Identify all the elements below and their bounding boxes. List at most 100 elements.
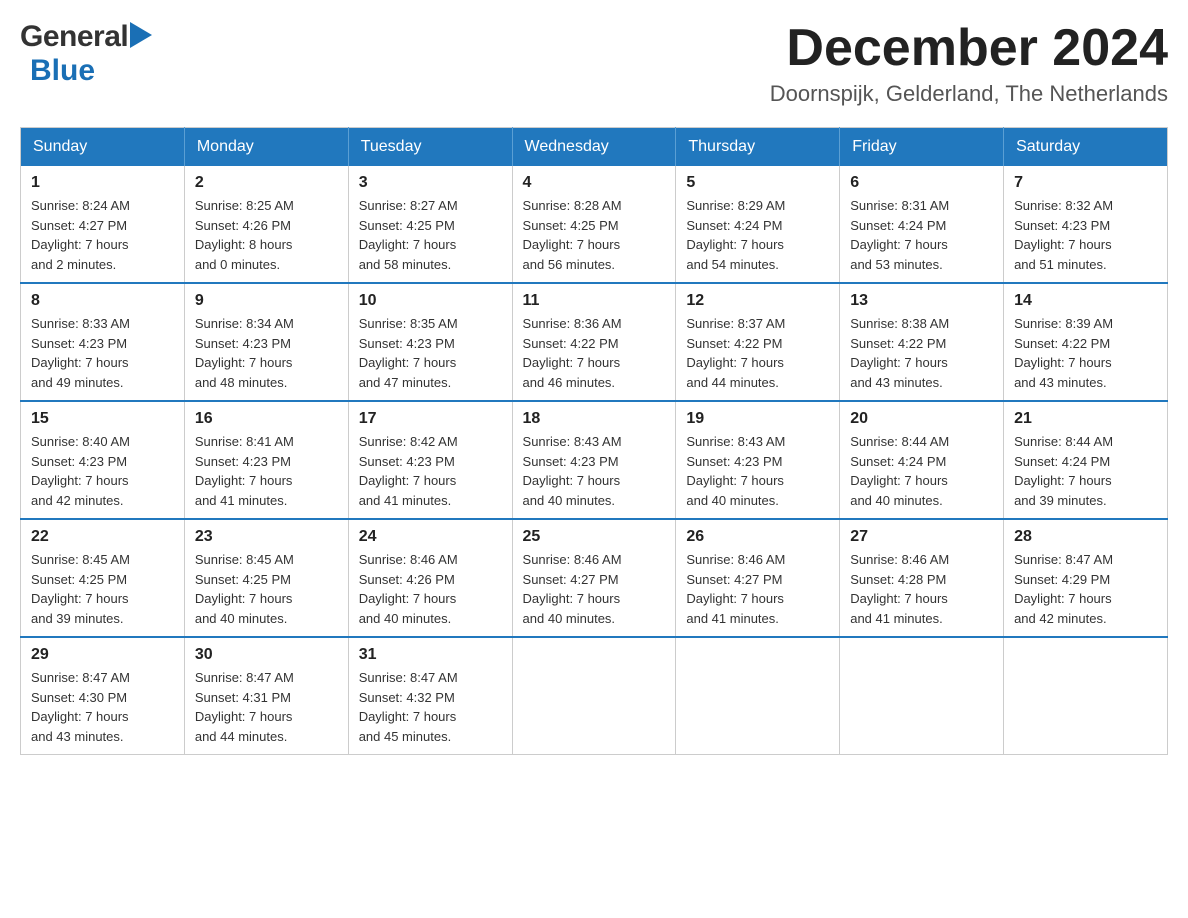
table-row	[512, 637, 676, 755]
calendar-week-row: 1 Sunrise: 8:24 AMSunset: 4:27 PMDayligh…	[21, 166, 1168, 283]
table-row: 20 Sunrise: 8:44 AMSunset: 4:24 PMDaylig…	[840, 401, 1004, 519]
day-number: 11	[523, 292, 666, 310]
day-number: 15	[31, 410, 174, 428]
table-row: 8 Sunrise: 8:33 AMSunset: 4:23 PMDayligh…	[21, 283, 185, 401]
table-row: 3 Sunrise: 8:27 AMSunset: 4:25 PMDayligh…	[348, 166, 512, 283]
col-tuesday: Tuesday	[348, 128, 512, 167]
day-number: 20	[850, 410, 993, 428]
day-number: 2	[195, 174, 338, 192]
day-info: Sunrise: 8:43 AMSunset: 4:23 PMDaylight:…	[523, 432, 666, 510]
logo: General Blue	[20, 20, 152, 88]
table-row: 17 Sunrise: 8:42 AMSunset: 4:23 PMDaylig…	[348, 401, 512, 519]
day-info: Sunrise: 8:33 AMSunset: 4:23 PMDaylight:…	[31, 314, 174, 392]
table-row: 2 Sunrise: 8:25 AMSunset: 4:26 PMDayligh…	[184, 166, 348, 283]
table-row: 13 Sunrise: 8:38 AMSunset: 4:22 PMDaylig…	[840, 283, 1004, 401]
table-row: 31 Sunrise: 8:47 AMSunset: 4:32 PMDaylig…	[348, 637, 512, 755]
calendar-week-row: 15 Sunrise: 8:40 AMSunset: 4:23 PMDaylig…	[21, 401, 1168, 519]
day-number: 8	[31, 292, 174, 310]
day-info: Sunrise: 8:41 AMSunset: 4:23 PMDaylight:…	[195, 432, 338, 510]
calendar-week-row: 8 Sunrise: 8:33 AMSunset: 4:23 PMDayligh…	[21, 283, 1168, 401]
col-sunday: Sunday	[21, 128, 185, 167]
table-row: 28 Sunrise: 8:47 AMSunset: 4:29 PMDaylig…	[1004, 519, 1168, 637]
table-row: 21 Sunrise: 8:44 AMSunset: 4:24 PMDaylig…	[1004, 401, 1168, 519]
day-info: Sunrise: 8:47 AMSunset: 4:31 PMDaylight:…	[195, 668, 338, 746]
day-number: 6	[850, 174, 993, 192]
day-number: 19	[686, 410, 829, 428]
day-number: 3	[359, 174, 502, 192]
page-header: General Blue December 2024 Doornspijk, G…	[20, 20, 1168, 107]
table-row: 12 Sunrise: 8:37 AMSunset: 4:22 PMDaylig…	[676, 283, 840, 401]
day-info: Sunrise: 8:40 AMSunset: 4:23 PMDaylight:…	[31, 432, 174, 510]
day-number: 14	[1014, 292, 1157, 310]
table-row: 7 Sunrise: 8:32 AMSunset: 4:23 PMDayligh…	[1004, 166, 1168, 283]
day-info: Sunrise: 8:24 AMSunset: 4:27 PMDaylight:…	[31, 196, 174, 274]
month-year-title: December 2024	[770, 20, 1168, 77]
col-monday: Monday	[184, 128, 348, 167]
table-row: 1 Sunrise: 8:24 AMSunset: 4:27 PMDayligh…	[21, 166, 185, 283]
table-row: 16 Sunrise: 8:41 AMSunset: 4:23 PMDaylig…	[184, 401, 348, 519]
day-info: Sunrise: 8:29 AMSunset: 4:24 PMDaylight:…	[686, 196, 829, 274]
logo-general-text: General	[20, 20, 128, 54]
day-info: Sunrise: 8:47 AMSunset: 4:32 PMDaylight:…	[359, 668, 502, 746]
day-info: Sunrise: 8:44 AMSunset: 4:24 PMDaylight:…	[1014, 432, 1157, 510]
day-number: 31	[359, 646, 502, 664]
table-row	[676, 637, 840, 755]
day-number: 24	[359, 528, 502, 546]
logo-blue-text: Blue	[30, 54, 95, 88]
table-row: 29 Sunrise: 8:47 AMSunset: 4:30 PMDaylig…	[21, 637, 185, 755]
day-number: 13	[850, 292, 993, 310]
day-info: Sunrise: 8:32 AMSunset: 4:23 PMDaylight:…	[1014, 196, 1157, 274]
day-info: Sunrise: 8:47 AMSunset: 4:30 PMDaylight:…	[31, 668, 174, 746]
day-number: 25	[523, 528, 666, 546]
day-number: 12	[686, 292, 829, 310]
day-info: Sunrise: 8:46 AMSunset: 4:27 PMDaylight:…	[523, 550, 666, 628]
table-row: 9 Sunrise: 8:34 AMSunset: 4:23 PMDayligh…	[184, 283, 348, 401]
day-number: 21	[1014, 410, 1157, 428]
day-number: 10	[359, 292, 502, 310]
day-info: Sunrise: 8:38 AMSunset: 4:22 PMDaylight:…	[850, 314, 993, 392]
day-info: Sunrise: 8:36 AMSunset: 4:22 PMDaylight:…	[523, 314, 666, 392]
table-row: 11 Sunrise: 8:36 AMSunset: 4:22 PMDaylig…	[512, 283, 676, 401]
day-info: Sunrise: 8:42 AMSunset: 4:23 PMDaylight:…	[359, 432, 502, 510]
table-row: 24 Sunrise: 8:46 AMSunset: 4:26 PMDaylig…	[348, 519, 512, 637]
day-number: 16	[195, 410, 338, 428]
table-row: 23 Sunrise: 8:45 AMSunset: 4:25 PMDaylig…	[184, 519, 348, 637]
day-info: Sunrise: 8:34 AMSunset: 4:23 PMDaylight:…	[195, 314, 338, 392]
day-info: Sunrise: 8:43 AMSunset: 4:23 PMDaylight:…	[686, 432, 829, 510]
col-friday: Friday	[840, 128, 1004, 167]
table-row: 5 Sunrise: 8:29 AMSunset: 4:24 PMDayligh…	[676, 166, 840, 283]
col-wednesday: Wednesday	[512, 128, 676, 167]
table-row: 18 Sunrise: 8:43 AMSunset: 4:23 PMDaylig…	[512, 401, 676, 519]
day-number: 17	[359, 410, 502, 428]
col-thursday: Thursday	[676, 128, 840, 167]
day-info: Sunrise: 8:45 AMSunset: 4:25 PMDaylight:…	[195, 550, 338, 628]
day-info: Sunrise: 8:37 AMSunset: 4:22 PMDaylight:…	[686, 314, 829, 392]
day-info: Sunrise: 8:25 AMSunset: 4:26 PMDaylight:…	[195, 196, 338, 274]
table-row: 4 Sunrise: 8:28 AMSunset: 4:25 PMDayligh…	[512, 166, 676, 283]
col-saturday: Saturday	[1004, 128, 1168, 167]
table-row: 6 Sunrise: 8:31 AMSunset: 4:24 PMDayligh…	[840, 166, 1004, 283]
day-number: 30	[195, 646, 338, 664]
day-number: 22	[31, 528, 174, 546]
day-info: Sunrise: 8:35 AMSunset: 4:23 PMDaylight:…	[359, 314, 502, 392]
table-row: 10 Sunrise: 8:35 AMSunset: 4:23 PMDaylig…	[348, 283, 512, 401]
day-number: 23	[195, 528, 338, 546]
table-row: 27 Sunrise: 8:46 AMSunset: 4:28 PMDaylig…	[840, 519, 1004, 637]
table-row: 30 Sunrise: 8:47 AMSunset: 4:31 PMDaylig…	[184, 637, 348, 755]
table-row: 19 Sunrise: 8:43 AMSunset: 4:23 PMDaylig…	[676, 401, 840, 519]
table-row: 22 Sunrise: 8:45 AMSunset: 4:25 PMDaylig…	[21, 519, 185, 637]
day-number: 5	[686, 174, 829, 192]
day-info: Sunrise: 8:47 AMSunset: 4:29 PMDaylight:…	[1014, 550, 1157, 628]
day-info: Sunrise: 8:44 AMSunset: 4:24 PMDaylight:…	[850, 432, 993, 510]
table-row	[840, 637, 1004, 755]
table-row: 14 Sunrise: 8:39 AMSunset: 4:22 PMDaylig…	[1004, 283, 1168, 401]
day-info: Sunrise: 8:39 AMSunset: 4:22 PMDaylight:…	[1014, 314, 1157, 392]
day-number: 9	[195, 292, 338, 310]
table-row: 15 Sunrise: 8:40 AMSunset: 4:23 PMDaylig…	[21, 401, 185, 519]
day-info: Sunrise: 8:31 AMSunset: 4:24 PMDaylight:…	[850, 196, 993, 274]
location-subtitle: Doornspijk, Gelderland, The Netherlands	[770, 81, 1168, 107]
day-number: 18	[523, 410, 666, 428]
calendar-table: Sunday Monday Tuesday Wednesday Thursday…	[20, 127, 1168, 755]
table-row: 26 Sunrise: 8:46 AMSunset: 4:27 PMDaylig…	[676, 519, 840, 637]
day-number: 1	[31, 174, 174, 192]
